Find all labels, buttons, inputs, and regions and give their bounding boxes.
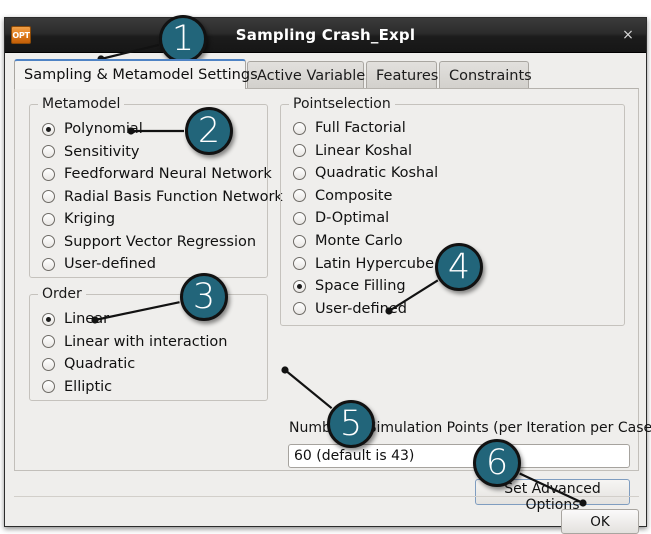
radio-icon[interactable] — [42, 257, 55, 271]
radio-label: Full Factorial — [315, 120, 406, 136]
radio-icon[interactable] — [42, 167, 55, 181]
pointselection-option-latin-hypercube[interactable]: Latin Hypercube — [293, 255, 434, 273]
radio-icon[interactable] — [293, 121, 306, 135]
radio-icon[interactable] — [293, 257, 306, 271]
radio-icon[interactable] — [293, 234, 306, 248]
tab-features[interactable]: Features — [366, 61, 438, 89]
radio-icon[interactable] — [293, 166, 306, 180]
pointselection-option-full-factorial[interactable]: Full Factorial — [293, 119, 406, 137]
radio-label: Linear Koshal — [315, 142, 412, 159]
radio-label: D-Optimal — [315, 210, 390, 227]
simulation-points-input[interactable] — [288, 444, 630, 468]
order-option-quadratic[interactable]: Quadratic — [42, 355, 135, 373]
radio-icon[interactable] — [42, 312, 55, 326]
group-order: Order Linear Linear with interaction Quadr… — [29, 286, 268, 401]
metamodel-option-support-vector-regression[interactable]: Support Vector Regression — [42, 233, 256, 251]
radio-label: Sensitivity — [64, 143, 140, 160]
radio-label: Support Vector Regression — [64, 233, 257, 250]
dialog-window: OPT Sampling Crash_Expl × Sampling & Met… — [4, 17, 651, 534]
tab-active-variables[interactable]: Active Variables — [247, 61, 373, 89]
group-order-title: Order — [38, 286, 86, 302]
radio-icon[interactable] — [42, 145, 55, 158]
order-option-linear-with-interaction[interactable]: Linear with interaction — [42, 333, 227, 351]
radio-icon[interactable] — [42, 380, 55, 393]
metamodel-option-polynomial[interactable]: Polynomial — [42, 120, 143, 138]
set-advanced-options-button[interactable]: Set Advanced Options — [475, 479, 630, 513]
window-title: Sampling Crash_Expl — [235, 26, 416, 44]
radio-label: User-defined — [315, 300, 407, 317]
pointselection-option-space-filling[interactable]: Space Filling — [293, 277, 406, 295]
close-icon[interactable]: × — [620, 27, 636, 43]
radio-icon[interactable] — [42, 335, 55, 348]
footer-divider — [14, 496, 639, 497]
radio-icon[interactable] — [42, 212, 55, 226]
radio-label: Quadratic Koshal — [315, 165, 439, 182]
order-option-linear[interactable]: Linear — [42, 310, 109, 328]
radio-icon[interactable] — [293, 211, 306, 225]
pointselection-option-user-defined[interactable]: User-defined — [293, 300, 407, 318]
radio-icon[interactable] — [42, 235, 55, 248]
radio-label: Elliptic — [64, 378, 113, 395]
pointselection-option-monte-carlo[interactable]: Monte Carlo — [293, 232, 403, 250]
radio-label: Quadratic — [64, 356, 136, 372]
radio-label: Linear with interaction — [64, 333, 228, 350]
tab-panel-sampling-metamodel-settings: Metamodel Polynomial Sensitivity Feedforwa… — [14, 88, 651, 513]
radio-label: Space Filling — [315, 278, 406, 295]
metamodel-option-feedforward-neural-network[interactable]: Feedforward Neural Network — [42, 165, 272, 183]
metamodel-option-radial-basis-function-network[interactable]: Radial Basis Function Network — [42, 188, 283, 206]
radio-label: Linear — [64, 311, 110, 327]
tab-sampling-metamodel-settings[interactable]: Sampling & Metamodel Settings — [14, 59, 258, 89]
radio-label: Latin Hypercube — [315, 255, 435, 272]
radio-label: Kriging — [64, 211, 116, 227]
group-pointselection: Pointselection Full Factorial Linear Kosh… — [280, 96, 625, 326]
pointselection-option-quadratic-koshal[interactable]: Quadratic Koshal — [293, 164, 438, 182]
radio-icon[interactable] — [293, 144, 306, 158]
radio-icon[interactable] — [293, 302, 306, 316]
radio-label: User-defined — [64, 256, 156, 272]
radio-icon[interactable] — [42, 190, 55, 203]
radio-label: Monte Carlo — [315, 233, 403, 249]
radio-label: Polynomial — [64, 121, 143, 137]
pointselection-option-d-optimal[interactable]: D-Optimal — [293, 209, 389, 227]
title-bar: OPT Sampling Crash_Expl × — [5, 18, 646, 53]
order-option-elliptic[interactable]: Elliptic — [42, 378, 112, 396]
metamodel-option-kriging[interactable]: Kriging — [42, 210, 115, 228]
tab-bar: Sampling & Metamodel Settings Active Vari… — [5, 58, 646, 89]
group-metamodel: Metamodel Polynomial Sensitivity Feedforwa… — [29, 96, 283, 278]
group-metamodel-title: Metamodel — [38, 96, 125, 112]
radio-icon[interactable] — [42, 122, 55, 136]
ok-button[interactable]: OK — [561, 509, 639, 534]
radio-label: Feedforward Neural Network — [64, 166, 272, 182]
radio-label: Composite — [315, 187, 393, 204]
radio-icon[interactable] — [42, 357, 55, 371]
radio-label: Radial Basis Function Network — [64, 188, 283, 205]
tab-constraints[interactable]: Constraints — [439, 61, 532, 89]
metamodel-option-sensitivity[interactable]: Sensitivity — [42, 143, 140, 161]
metamodel-option-user-defined[interactable]: User-defined — [42, 255, 156, 273]
pointselection-option-linear-koshal[interactable]: Linear Koshal — [293, 142, 412, 160]
simulation-points-label: Number of Simulation Points (per Iterati… — [289, 420, 651, 436]
radio-icon[interactable] — [293, 189, 306, 203]
group-pointselection-title: Pointselection — [289, 96, 395, 112]
radio-icon[interactable] — [293, 279, 306, 293]
app-logo-icon: OPT — [11, 26, 31, 44]
pointselection-option-composite[interactable]: Composite — [293, 187, 392, 205]
